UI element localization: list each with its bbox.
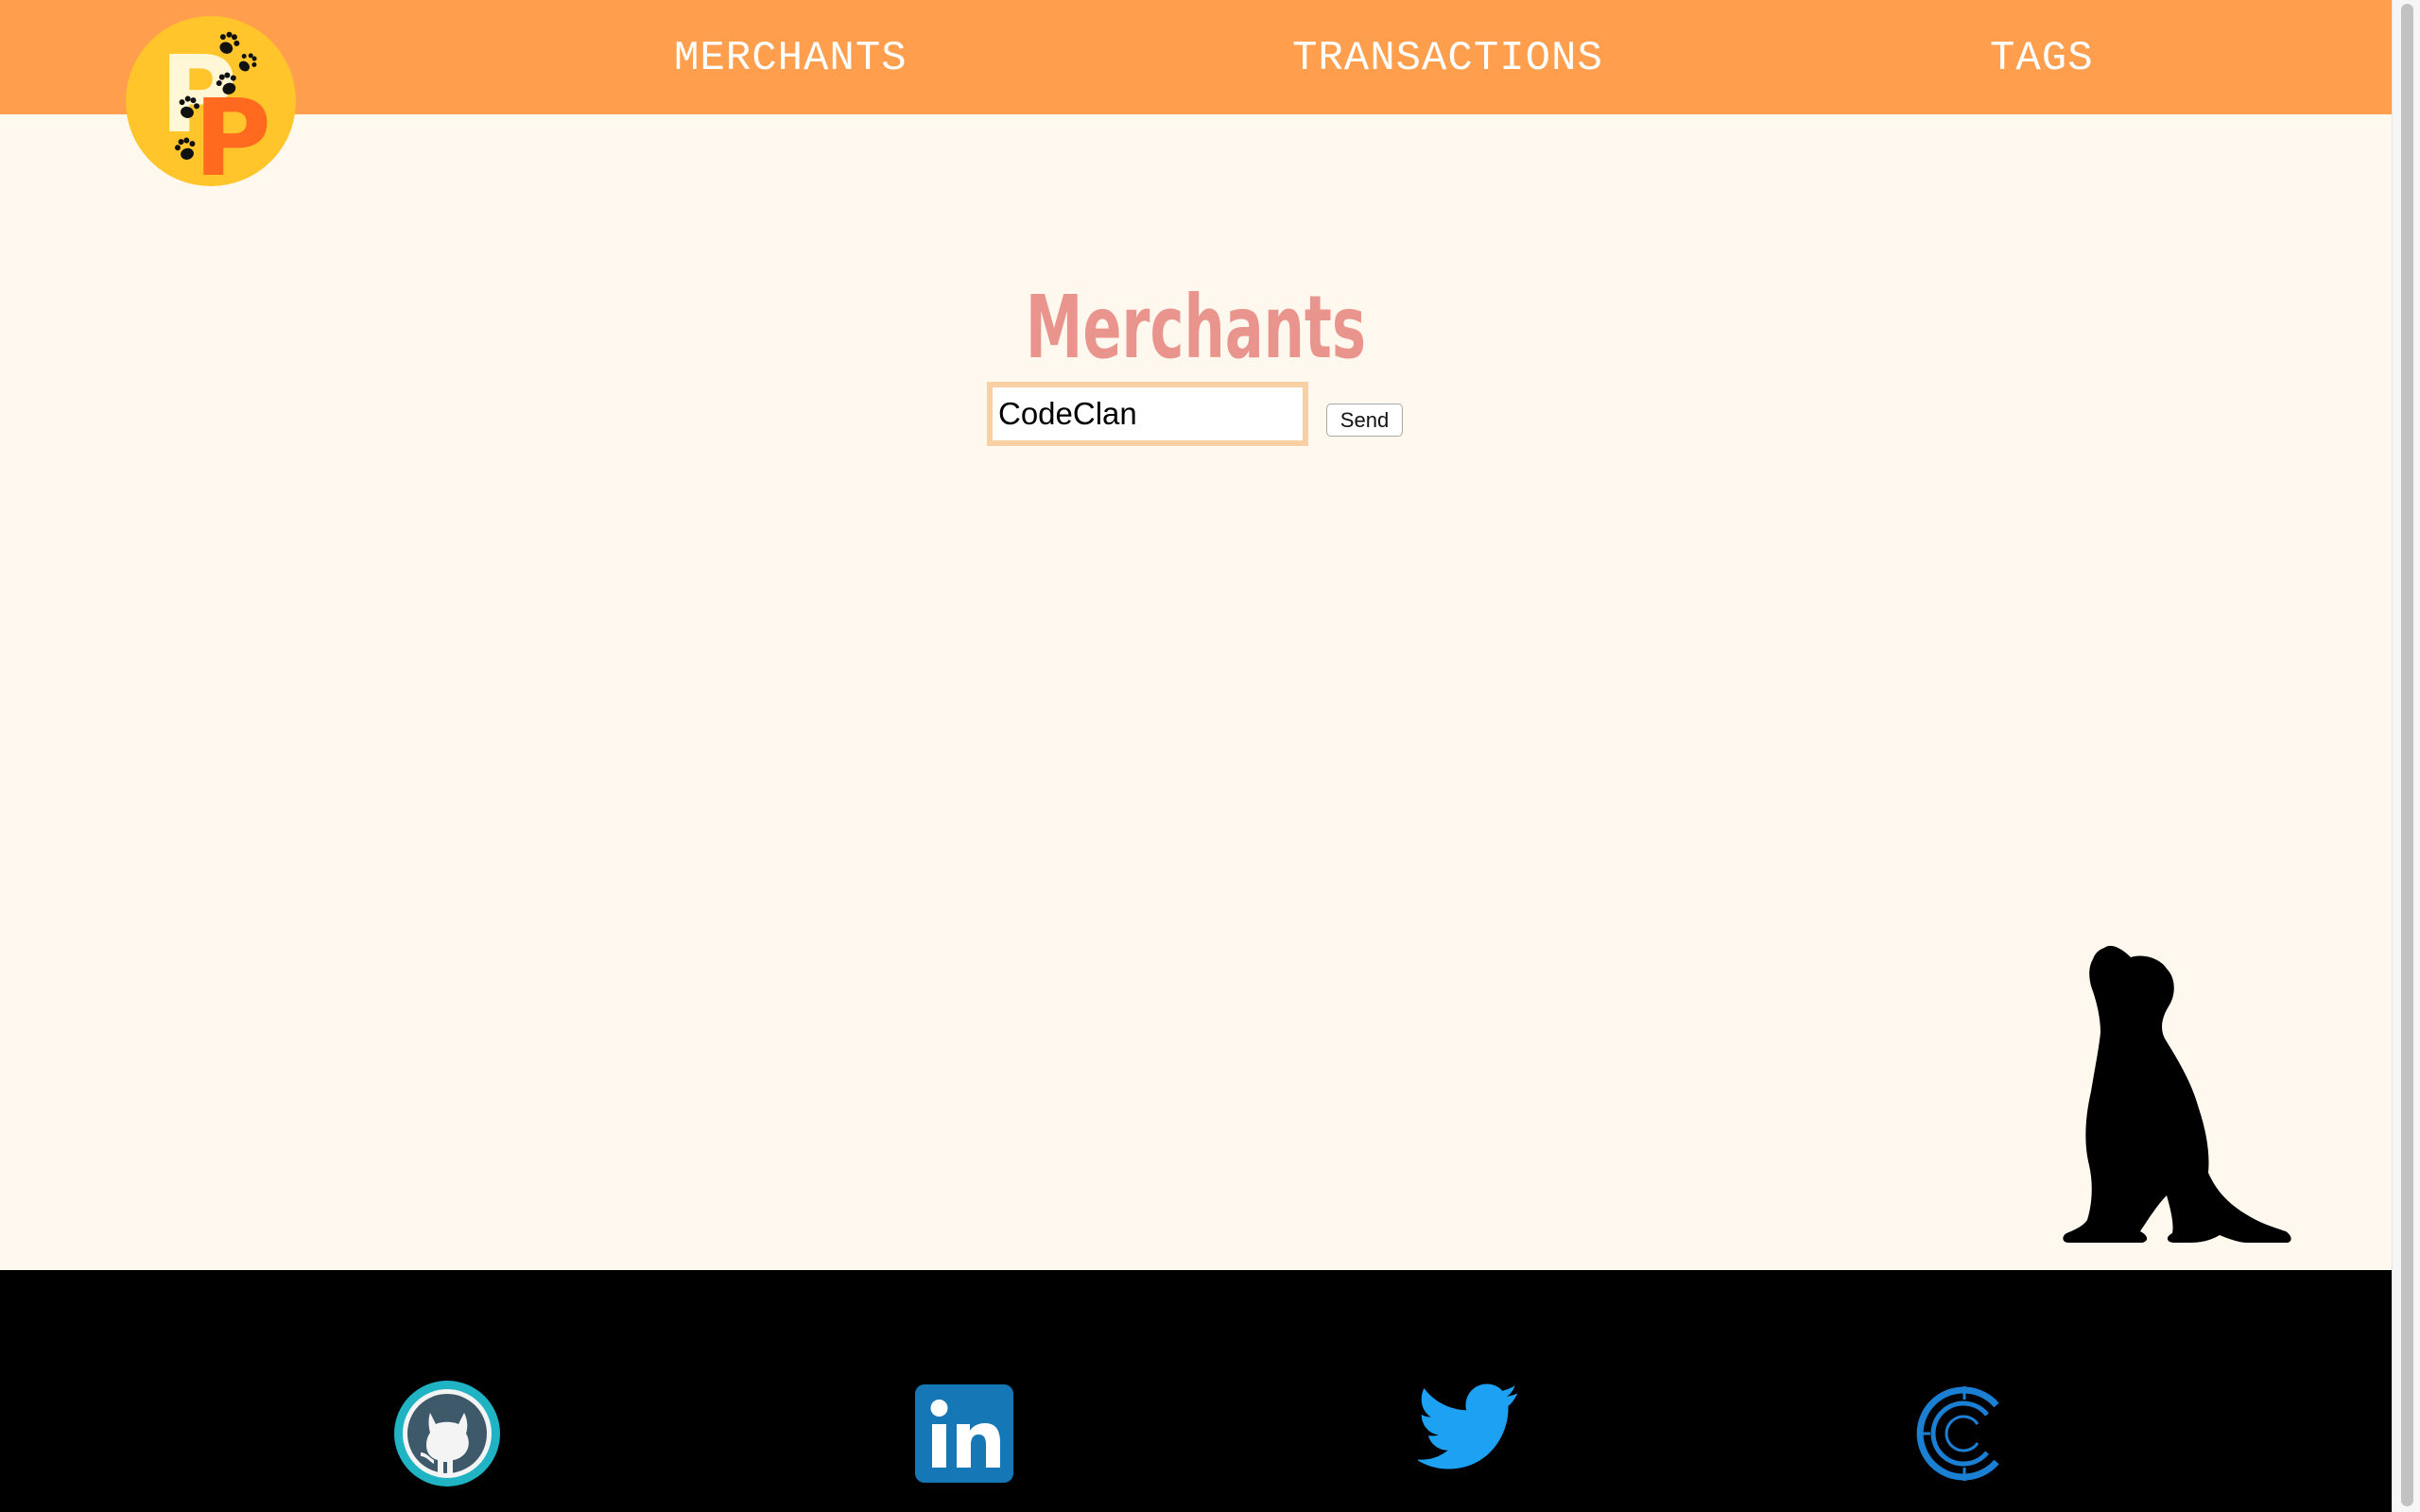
navbar: MERCHANTS TRANSACTIONS TAGS xyxy=(0,0,2392,114)
send-button[interactable]: Send xyxy=(1326,404,1403,437)
scrollbar-thumb[interactable] xyxy=(2401,4,2413,1506)
nav-link-tags[interactable]: TAGS xyxy=(1990,32,2094,85)
page-title: Merchants xyxy=(1025,276,1367,378)
logo[interactable]: P P xyxy=(126,16,296,186)
footer xyxy=(0,1270,2392,1512)
nav-link-transactions[interactable]: TRANSACTIONS xyxy=(1292,32,1603,85)
page: MERCHANTS TRANSACTIONS TAGS P P Merchant… xyxy=(0,0,2420,1512)
twitter-icon[interactable] xyxy=(1418,1379,1528,1488)
scrollbar[interactable] xyxy=(2392,0,2420,1512)
nav-link-merchants[interactable]: MERCHANTS xyxy=(674,32,908,85)
dog-silhouette xyxy=(2063,945,2291,1243)
codeclan-icon[interactable] xyxy=(1910,1379,2019,1488)
linkedin-icon[interactable] xyxy=(909,1379,1019,1488)
merchant-input[interactable] xyxy=(987,382,1308,446)
github-icon[interactable] xyxy=(392,1379,502,1488)
logo-letter-orange: P xyxy=(194,77,271,186)
